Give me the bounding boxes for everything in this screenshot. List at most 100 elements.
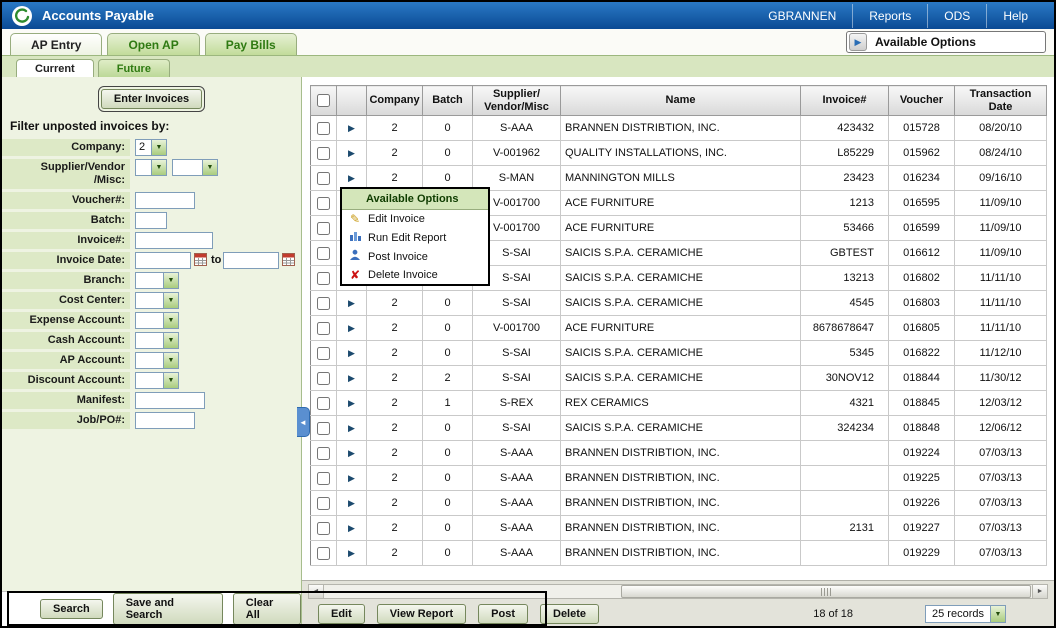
row-options-arrow-icon[interactable]: ▶: [348, 523, 355, 533]
row-checkbox[interactable]: [317, 272, 330, 285]
enter-invoices-button[interactable]: Enter Invoices: [101, 89, 202, 109]
cell-date: 11/09/10: [955, 241, 1047, 266]
row-checkbox[interactable]: [317, 547, 330, 560]
supplier-select[interactable]: ▼: [172, 159, 218, 176]
discount-account-select[interactable]: ▼: [135, 372, 179, 389]
row-checkbox[interactable]: [317, 147, 330, 160]
manifest-input[interactable]: [135, 392, 205, 409]
row-options-arrow-icon[interactable]: ▶: [348, 173, 355, 183]
nav-ods[interactable]: ODS: [927, 4, 986, 28]
scroll-left-arrow[interactable]: ◄: [309, 585, 324, 598]
discount-account-label: Discount Account:: [2, 372, 130, 389]
row-options-arrow-icon[interactable]: ▶: [348, 423, 355, 433]
calendar-icon[interactable]: [282, 253, 295, 269]
edit-button[interactable]: Edit: [318, 604, 365, 624]
cell-voucher: 018848: [889, 416, 955, 441]
cell-name: REX CERAMICS: [561, 391, 801, 416]
expense-account-select[interactable]: ▼: [135, 312, 179, 329]
view-report-button[interactable]: View Report: [377, 604, 466, 624]
user-menu[interactable]: GBRANNEN: [752, 4, 852, 28]
date-range-to-label: to: [211, 254, 221, 266]
row-checkbox[interactable]: [317, 447, 330, 460]
cost-center-label: Cost Center:: [2, 292, 130, 309]
cell-voucher: 015962: [889, 141, 955, 166]
tab-pay-bills[interactable]: Pay Bills: [205, 33, 297, 55]
table-row: ▶ 2 0 V-001962 QUALITY INSTALLATIONS, IN…: [311, 141, 1047, 166]
scrollbar-thumb[interactable]: [621, 585, 1031, 598]
row-checkbox[interactable]: [317, 372, 330, 385]
cell-name: SAICIS S.P.A. CERAMICHE: [561, 241, 801, 266]
row-options-arrow-icon[interactable]: ▶: [348, 323, 355, 333]
row-options-arrow-icon[interactable]: ▶: [348, 298, 355, 308]
nav-help[interactable]: Help: [986, 4, 1044, 28]
row-checkbox[interactable]: [317, 497, 330, 510]
cost-center-select[interactable]: ▼: [135, 292, 179, 309]
menu-item-post-invoice[interactable]: Post Invoice: [342, 247, 488, 266]
content-area: Enter Invoices Filter unposted invoices …: [2, 77, 1054, 626]
row-checkbox[interactable]: [317, 197, 330, 210]
tab-ap-entry[interactable]: AP Entry: [10, 33, 102, 55]
nav-reports[interactable]: Reports: [852, 4, 927, 28]
menu-item-delete-invoice[interactable]: ✘ Delete Invoice: [342, 266, 488, 284]
row-options-arrow-icon[interactable]: ▶: [348, 123, 355, 133]
row-checkbox[interactable]: [317, 347, 330, 360]
cell-company: 2: [367, 366, 423, 391]
row-checkbox[interactable]: [317, 247, 330, 260]
row-checkbox[interactable]: [317, 422, 330, 435]
row-options-arrow-icon[interactable]: ▶: [348, 148, 355, 158]
branch-select[interactable]: ▼: [135, 272, 179, 289]
delete-button[interactable]: Delete: [540, 604, 599, 624]
delete-x-icon: ✘: [348, 268, 362, 282]
scrollbar-track[interactable]: [324, 585, 1032, 598]
menu-item-edit-invoice[interactable]: ✎ Edit Invoice: [342, 210, 488, 228]
invoice-date-to-input[interactable]: [223, 252, 279, 269]
horizontal-scrollbar[interactable]: ◄ ►: [308, 584, 1048, 599]
row-checkbox[interactable]: [317, 122, 330, 135]
row-options-arrow-icon[interactable]: ▶: [348, 373, 355, 383]
cell-supplier: V-001700: [473, 316, 561, 341]
row-options-arrow-icon[interactable]: ▶: [348, 398, 355, 408]
tab-future[interactable]: Future: [98, 59, 170, 77]
job-po-input[interactable]: [135, 412, 195, 429]
menu-item-run-edit-report[interactable]: Run Edit Report: [342, 228, 488, 247]
cell-supplier: S-REX: [473, 391, 561, 416]
clear-all-button[interactable]: Clear All: [233, 593, 301, 625]
dropdown-arrow-icon: ▼: [151, 160, 166, 175]
tab-current[interactable]: Current: [16, 59, 94, 77]
cell-name: BRANNEN DISTRIBTION, INC.: [561, 491, 801, 516]
invoice-number-input[interactable]: [135, 232, 213, 249]
available-options-button[interactable]: ▶ Available Options: [846, 31, 1046, 53]
voucher-input[interactable]: [135, 192, 195, 209]
records-per-page-select[interactable]: 25 records ▼: [925, 605, 1006, 623]
select-all-checkbox[interactable]: [317, 94, 330, 107]
save-and-search-button[interactable]: Save and Search: [113, 593, 223, 625]
row-options-cell: ▶: [337, 116, 367, 141]
post-button[interactable]: Post: [478, 604, 528, 624]
row-options-arrow-icon[interactable]: ▶: [348, 498, 355, 508]
row-checkbox-cell: [311, 316, 337, 341]
row-checkbox[interactable]: [317, 397, 330, 410]
supplier-type-select[interactable]: ▼: [135, 159, 167, 176]
row-checkbox[interactable]: [317, 297, 330, 310]
batch-input[interactable]: [135, 212, 167, 229]
calendar-icon[interactable]: [194, 253, 207, 269]
ap-account-select[interactable]: ▼: [135, 352, 179, 369]
row-checkbox[interactable]: [317, 322, 330, 335]
row-checkbox[interactable]: [317, 172, 330, 185]
invoice-date-from-input[interactable]: [135, 252, 191, 269]
row-checkbox[interactable]: [317, 472, 330, 485]
cell-date: 12/03/12: [955, 391, 1047, 416]
row-checkbox[interactable]: [317, 522, 330, 535]
search-button[interactable]: Search: [40, 599, 103, 619]
row-options-arrow-icon[interactable]: ▶: [348, 448, 355, 458]
row-options-arrow-icon[interactable]: ▶: [348, 548, 355, 558]
collapse-filter-panel-tab[interactable]: ◄: [297, 407, 310, 437]
cash-account-select[interactable]: ▼: [135, 332, 179, 349]
row-options-arrow-icon[interactable]: ▶: [348, 348, 355, 358]
cell-supplier: S-AAA: [473, 466, 561, 491]
row-options-arrow-icon[interactable]: ▶: [348, 473, 355, 483]
row-checkbox[interactable]: [317, 222, 330, 235]
scroll-right-arrow[interactable]: ►: [1032, 585, 1047, 598]
company-select[interactable]: 2 ▼: [135, 139, 167, 156]
tab-open-ap[interactable]: Open AP: [107, 33, 199, 55]
